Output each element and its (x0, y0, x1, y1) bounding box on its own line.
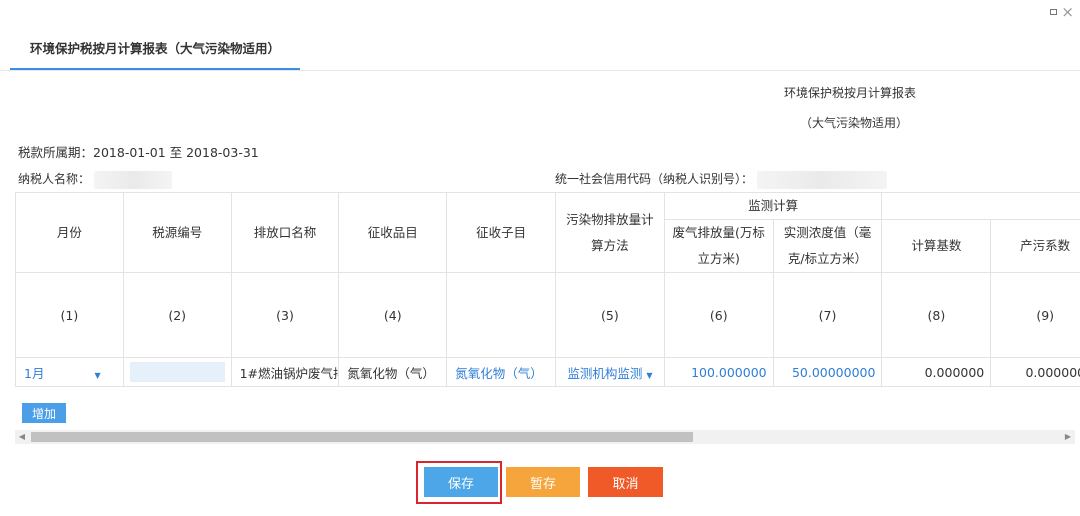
col-number: (2) (122, 272, 232, 358)
report-grid: 月份 税源编号 排放口名称 征收品目 征收子目 污染物排放量计算方法 监测计算 … (15, 192, 1080, 398)
minimize-icon[interactable] (1050, 9, 1058, 15)
col-number (446, 272, 556, 358)
scrollbar-thumb[interactable] (31, 432, 693, 442)
source-no-cell[interactable] (122, 357, 232, 387)
taxpayer-name-value (93, 170, 172, 189)
tab-bar: 环境保护税按月计算报表（大气污染物适用） (0, 34, 1080, 71)
levy-item-cell: 氮氧化物（气） (338, 357, 448, 387)
report-subtitle: （大气污染物适用） (800, 116, 909, 130)
credit-code-value (756, 170, 887, 189)
col-number: (9) (990, 272, 1080, 358)
month-select[interactable]: 1月 ▼ (15, 357, 124, 387)
temp-save-button[interactable]: 暂存 (506, 467, 580, 497)
header-levy-item: 征收品目 (338, 192, 448, 273)
calc-method-select[interactable]: 监测机构监测 ▼ (555, 357, 665, 387)
col-number: (5) (555, 272, 665, 358)
concentration-input[interactable]: 50.00000000 (772, 357, 883, 387)
header-calc-method: 污染物排放量计算方法 (555, 192, 665, 273)
tax-period: 税款所属期：2018-01-01 至 2018-03-31 (18, 142, 259, 161)
dropdown-caret-icon: ▼ (94, 370, 101, 380)
source-no-input[interactable] (129, 362, 225, 382)
col-number: (7) (772, 272, 883, 358)
header-monitor-group: 监测计算 (663, 192, 883, 220)
col-number: (3) (230, 272, 340, 358)
column-number-row: (1) (2) (3) (4) (5) (6) (7) (8) (9) (15, 272, 1080, 358)
window-controls: × (1050, 5, 1074, 20)
table-row: 1月▼ 1#燃油锅炉废气排放口 氮氧化物（气） 氮氧化物（气） 监测机构监测▼ … (15, 357, 1080, 387)
taxpayer-name: 纳税人名称： (18, 170, 172, 189)
col-number: (6) (663, 272, 774, 358)
header-outlet-name: 排放口名称 (230, 192, 340, 273)
col-number: (4) (338, 272, 448, 358)
cancel-button[interactable]: 取消 (588, 467, 663, 497)
month-value: 1月 (24, 365, 45, 381)
header-waste-gas: 废气排放量(万标立方米) (663, 219, 774, 273)
taxpayer-name-label: 纳税人名称： (18, 172, 91, 186)
header-concentration: 实测浓度值（毫克/标立方米） (772, 219, 883, 273)
tax-period-value: 2018-01-01 至 2018-03-31 (93, 145, 259, 160)
report-table: 月份 税源编号 排放口名称 征收品目 征收子目 污染物排放量计算方法 监测计算 … (15, 192, 1080, 387)
waste-gas-input[interactable]: 100.000000 (663, 357, 774, 387)
scroll-right-icon[interactable]: ▶ (1061, 430, 1075, 444)
header-calc-base: 计算基数 (881, 219, 992, 273)
header-source-no: 税源编号 (122, 192, 232, 273)
horizontal-scrollbar[interactable]: ◀ ▶ (15, 430, 1075, 444)
coefficient-cell: 0.0000000 (990, 357, 1080, 387)
add-row-button[interactable]: 增加 (22, 403, 66, 423)
scroll-left-icon[interactable]: ◀ (15, 430, 29, 444)
header-month: 月份 (15, 192, 124, 273)
header-coefficient: 产污系数 (990, 219, 1080, 273)
dropdown-caret-icon: ▼ (646, 370, 653, 380)
col-number: (8) (881, 272, 992, 358)
report-title: 环境保护税按月计算报表 (783, 86, 916, 100)
tax-period-label: 税款所属期： (18, 145, 94, 160)
header-levy-subitem: 征收子目 (446, 192, 556, 273)
levy-subitem-select[interactable]: 氮氧化物（气） (446, 357, 556, 387)
levy-subitem-value: 氮氧化物（气） (455, 365, 543, 381)
outlet-name-cell[interactable]: 1#燃油锅炉废气排放口 (230, 357, 340, 387)
save-button[interactable]: 保存 (424, 467, 498, 497)
credit-code: 统一社会信用代码（纳税人识别号）： (555, 170, 887, 189)
tab-report[interactable]: 环境保护税按月计算报表（大气污染物适用） (10, 34, 300, 70)
col-number: (1) (15, 272, 124, 358)
header-emission-group: 排污 (881, 192, 1080, 220)
credit-code-label: 统一社会信用代码（纳税人识别号）： (555, 172, 754, 186)
calc-base-cell: 0.000000 (881, 357, 992, 387)
calc-method-value: 监测机构监测 (567, 365, 643, 381)
close-icon[interactable]: × (1061, 5, 1074, 20)
